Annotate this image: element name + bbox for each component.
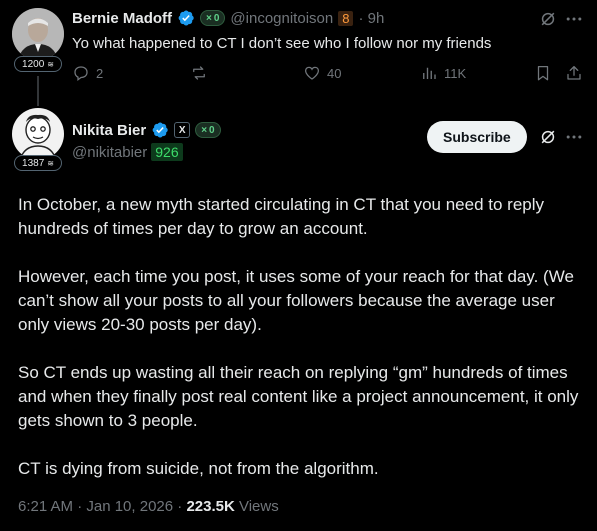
ct-icon: ×: [206, 12, 212, 24]
views-label: Views: [234, 498, 279, 515]
views-chart-icon: [423, 67, 436, 79]
user-score-badge: 1200 ≋: [14, 56, 62, 72]
avatar-image: [12, 108, 64, 160]
main-post-header: Nikita Bier X × 0: [72, 121, 221, 139]
author-handle[interactable]: @nikitabier: [72, 144, 147, 161]
post-timestamp[interactable]: 6:21 AM · Jan 10, 2026 ·: [18, 498, 186, 515]
reply-icon: [74, 66, 88, 82]
avatar-nikita[interactable]: [12, 108, 64, 160]
post-paragraph: CT is dying from suicide, not from the a…: [18, 459, 379, 478]
avatar-bernie[interactable]: [12, 8, 64, 60]
handle-count-badge: 8: [338, 10, 354, 26]
author-name[interactable]: Nikita Bier: [72, 122, 146, 139]
ct-score-badge: × 0: [195, 122, 221, 138]
more-options-icon[interactable]: [564, 127, 584, 147]
x-affiliate-icon: X: [174, 122, 191, 138]
post-time[interactable]: · 9h: [358, 10, 384, 27]
views-button[interactable]: 11K: [420, 64, 466, 82]
first-post-text: Yo what happened to CT I don’t see who I…: [72, 35, 492, 52]
main-post-handle-row: @nikitabier 926: [72, 143, 183, 161]
reply-button[interactable]: 2: [72, 64, 103, 82]
main-post-body: In October, a new myth started circulati…: [18, 193, 588, 505]
bookmark-icon: [537, 65, 549, 81]
bookmark-button[interactable]: [534, 64, 552, 82]
post-paragraph: In October, a new myth started circulati…: [18, 195, 545, 238]
grok-icon[interactable]: [538, 9, 558, 29]
avatar-image: [12, 8, 64, 60]
like-button[interactable]: 40: [303, 64, 341, 82]
thread-connector-line: [37, 76, 39, 106]
verified-badge-icon: [151, 121, 169, 139]
user-score-badge: 1387 ≋: [14, 155, 62, 171]
post-timestamp-row: 6:21 AM · Jan 10, 2026 · 223.5K Views: [18, 498, 279, 515]
subscribe-button[interactable]: Subscribe: [427, 121, 527, 153]
view-count: 223.5K: [186, 498, 235, 515]
first-post-header: Bernie Madoff × 0 @incognitoison 8 · 9h: [72, 9, 384, 27]
ct-icon: ×: [201, 124, 208, 136]
post-paragraph: However, each time you post, it uses som…: [18, 267, 574, 334]
ct-score-badge: × 0: [200, 10, 226, 26]
repost-button[interactable]: [190, 64, 208, 82]
share-icon: [567, 65, 581, 80]
verified-badge-icon: [177, 9, 195, 27]
share-button[interactable]: [565, 64, 583, 82]
ct-logo-icon: ≋: [47, 158, 54, 168]
ct-logo-icon: ≋: [47, 59, 54, 69]
handle-count-badge: 926: [151, 143, 183, 161]
author-handle[interactable]: @incognitoison: [230, 10, 333, 27]
author-name[interactable]: Bernie Madoff: [72, 10, 172, 27]
grok-icon[interactable]: [538, 127, 558, 147]
heart-icon: [304, 66, 320, 80]
repost-icon: [193, 66, 205, 80]
more-options-icon[interactable]: [564, 9, 584, 29]
post-paragraph: So CT ends up wasting all their reach on…: [18, 363, 579, 430]
